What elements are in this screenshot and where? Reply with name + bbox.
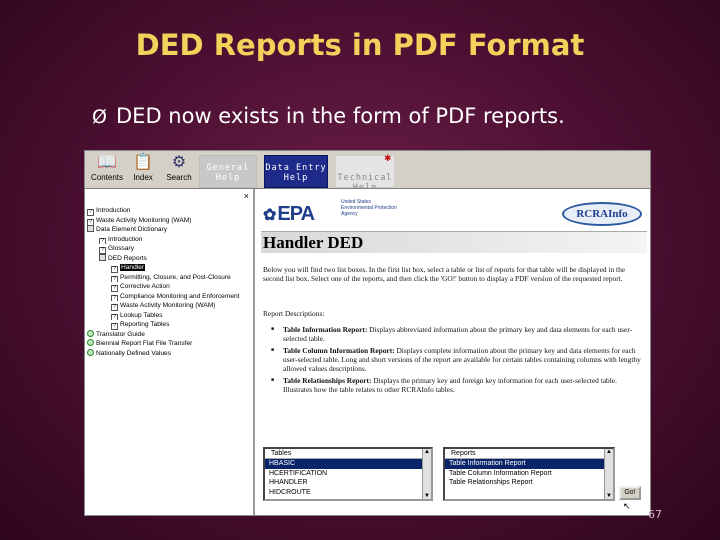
index-icon: 📋: [133, 154, 153, 171]
tree-item[interactable]: ? Handler: [87, 263, 253, 273]
tables-listbox[interactable]: Tables HBASIC HCERTIFICATION HHANDLER HI…: [263, 447, 433, 501]
tree-item-label: Waste Activity Monitoring (WAM): [120, 302, 216, 309]
tree-item-label: Lookup Tables: [120, 311, 163, 319]
page-icon: ?: [87, 209, 94, 216]
list-item[interactable]: HCERTIFICATION: [265, 469, 431, 479]
tree-item-label: Data Element Dictionary: [96, 226, 168, 233]
rcrainfo-logo: RCRAInfo: [562, 202, 642, 226]
star-icon: ✱: [384, 151, 392, 164]
tree-item-label: DED Reports: [108, 254, 147, 262]
description-item: Table Information Report: Displays abbre…: [271, 325, 643, 343]
tree-item[interactable]: DED Reports: [87, 253, 253, 264]
page-icon: ?: [111, 304, 118, 311]
tree-item[interactable]: Nationally Defined Values: [87, 348, 253, 359]
help-window-screenshot: 📖 Contents 📋 Index ⚙ Search General Help…: [84, 150, 651, 516]
tree-item[interactable]: ? Waste Activity Monitoring (WAM): [87, 301, 253, 311]
contents-pane: × ? Introduction? Waste Activity Monitorin…: [85, 189, 255, 515]
list-item[interactable]: HHANDLER: [265, 478, 431, 488]
description-item: Table Relationships Report: Displays the…: [271, 376, 643, 394]
list-item[interactable]: Table Column Information Report: [445, 469, 613, 479]
tree-item-label: Permitting, Closure, and Post-Closure: [120, 273, 231, 281]
tree-item[interactable]: Data Element Dictionary: [87, 225, 253, 235]
page-icon: ?: [111, 266, 118, 273]
reports-listbox[interactable]: Reports Table Information Report Table C…: [443, 447, 615, 501]
contents-tree: ? Introduction? Waste Activity Monitoring …: [87, 206, 253, 358]
index-label: Index: [133, 173, 153, 182]
contents-label: Contents: [90, 173, 124, 182]
search-label: Search: [166, 173, 192, 182]
globe-icon: [87, 348, 94, 356]
globe-icon: [87, 329, 94, 337]
tab-technical-help[interactable]: Technical Help ✱: [335, 151, 395, 193]
list-item[interactable]: Table Information Report: [445, 459, 613, 469]
bullet-text: DED now exists in the form of PDF report…: [116, 104, 565, 128]
reports-header: Reports: [445, 449, 613, 459]
tree-item-label: Glossary: [108, 245, 135, 252]
search-button[interactable]: ⚙ Search: [159, 153, 199, 187]
page-number: 67: [648, 508, 662, 521]
tree-item[interactable]: ? Reporting Tables: [87, 320, 253, 330]
close-icon[interactable]: ×: [244, 191, 249, 201]
go-button[interactable]: Go!: [619, 486, 641, 500]
tab-general-help[interactable]: General Help: [199, 155, 257, 188]
list-item[interactable]: HBASIC: [265, 459, 431, 469]
tree-item[interactable]: ? Introduction: [87, 235, 253, 244]
search-gear-icon: ⚙: [171, 154, 187, 171]
tree-item-label: Introduction: [96, 207, 131, 214]
list-item[interactable]: Table Relationships Report: [445, 478, 613, 488]
tree-item[interactable]: Biennial Report Flat File Transfer: [87, 339, 253, 349]
content-pane: ✿ EPA United States Environmental Protect…: [257, 189, 650, 515]
book-icon: [87, 225, 94, 232]
tree-item[interactable]: ? Corrective Action: [87, 282, 253, 292]
tree-item[interactable]: Translator Guide: [87, 329, 253, 340]
contents-button[interactable]: 📖 Contents: [87, 153, 127, 187]
tree-item-label: Translator Guide: [96, 330, 145, 338]
help-toolbar: 📖 Contents 📋 Index ⚙ Search General Help…: [85, 151, 650, 193]
epa-logo: ✿ EPA: [263, 203, 315, 225]
epa-flower-icon: ✿: [263, 207, 276, 224]
book-icon: [99, 253, 106, 261]
mouse-cursor-icon: ↖: [623, 501, 631, 511]
description-item: Table Column Information Report: Display…: [271, 346, 643, 373]
tree-item-label: Compliance Monitoring and Enforcement: [120, 292, 240, 300]
tab-data-entry-help[interactable]: Data Entry Help: [264, 155, 328, 188]
page-icon: ?: [111, 285, 118, 292]
tree-item-label: Introduction: [108, 235, 143, 243]
tree-item-label: Nationally Defined Values: [96, 349, 172, 357]
reports-scrollbar[interactable]: [604, 449, 613, 499]
page-icon: ?: [111, 323, 118, 330]
tree-item[interactable]: ? Glossary: [87, 244, 253, 254]
tree-item-label: Corrective Action: [120, 283, 170, 290]
tree-item[interactable]: ? Compliance Monitoring and Enforcement: [87, 292, 253, 301]
slide-title: DED Reports in PDF Format: [135, 28, 585, 62]
index-button[interactable]: 📋 Index: [123, 153, 163, 187]
bullet-arrow-icon: Ø: [92, 106, 107, 128]
tables-header: Tables: [265, 449, 431, 459]
tree-item-label: Biennial Report Flat File Transfer: [96, 340, 193, 347]
tree-item[interactable]: ? Waste Activity Monitoring (WAM): [87, 216, 253, 225]
book-icon: 📖: [97, 154, 117, 171]
descriptions-label: Report Descriptions:: [263, 309, 325, 318]
tree-item-label: Handler: [120, 264, 146, 271]
intro-text: Below you will find two list boxes. In t…: [263, 265, 626, 283]
tree-item[interactable]: ? Lookup Tables: [87, 311, 253, 320]
tree-item-label: Reporting Tables: [120, 321, 170, 328]
tree-item-label: Waste Activity Monitoring (WAM): [96, 216, 192, 224]
epa-agency-text: United States Environmental Protection A…: [341, 199, 397, 217]
tables-scrollbar[interactable]: [422, 449, 431, 499]
list-item[interactable]: HIDCROUTE: [265, 488, 431, 498]
tree-item[interactable]: ? Introduction: [87, 206, 253, 216]
globe-icon: [87, 339, 94, 346]
report-descriptions: Table Information Report: Displays abbre…: [271, 325, 643, 397]
bullet-point: Ø DED now exists in the form of PDF repor…: [92, 104, 565, 128]
tree-item[interactable]: ? Permitting, Closure, and Post-Closure: [87, 273, 253, 282]
page-heading: Handler DED: [261, 231, 647, 253]
